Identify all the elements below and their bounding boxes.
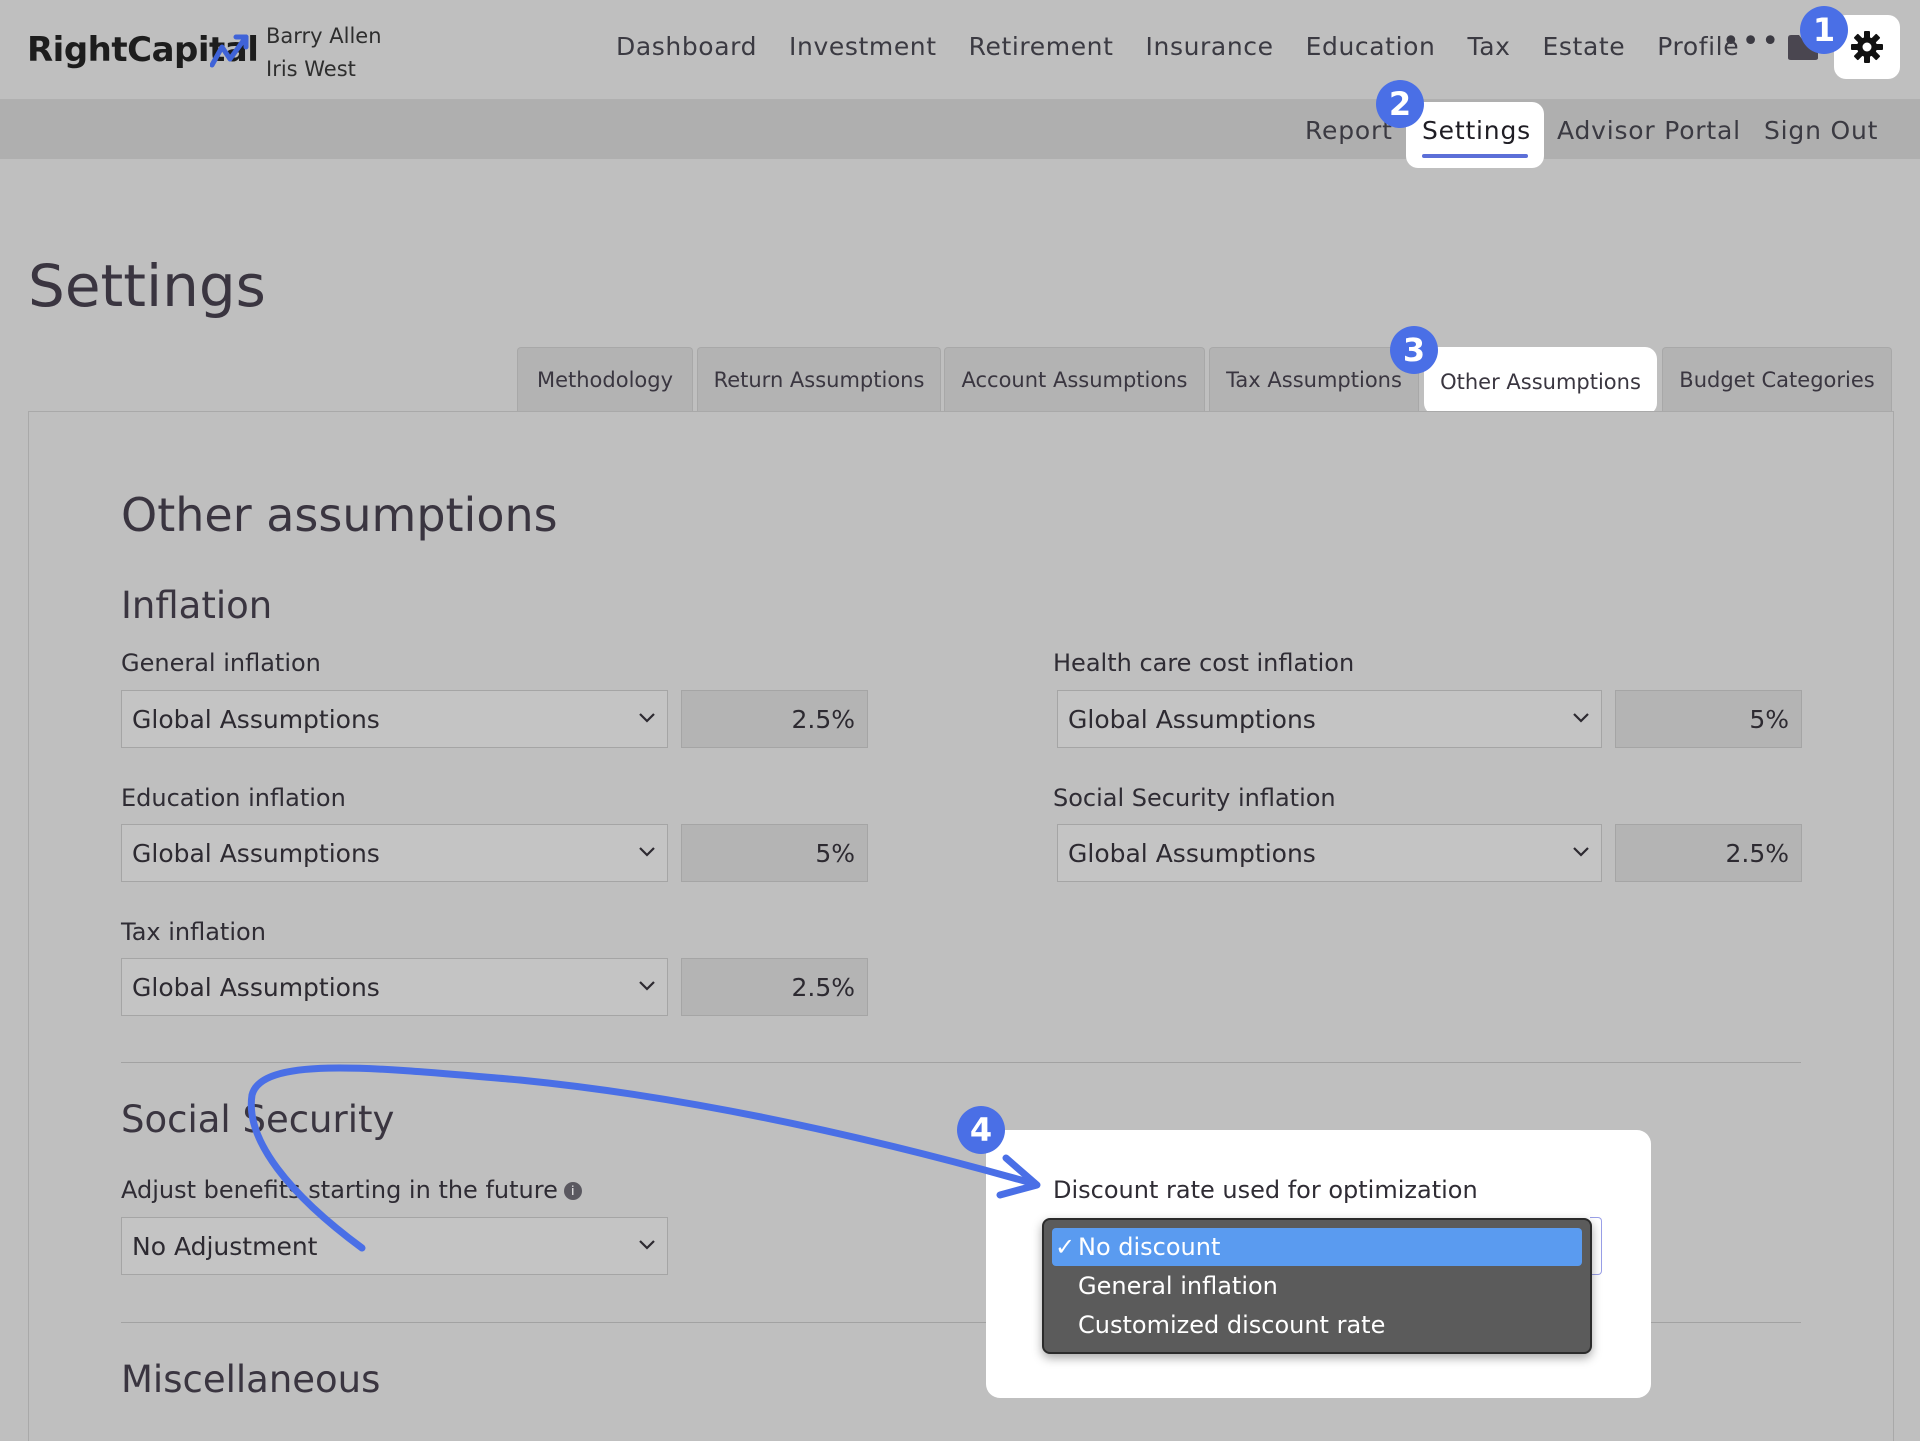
step-badge-1: 1 [1800, 6, 1848, 54]
step-badge-3: 3 [1390, 326, 1438, 374]
step-badge-4: 4 [957, 1106, 1005, 1154]
arrow-annotation [247, 1064, 1041, 1252]
step-badge-2: 2 [1376, 80, 1424, 128]
